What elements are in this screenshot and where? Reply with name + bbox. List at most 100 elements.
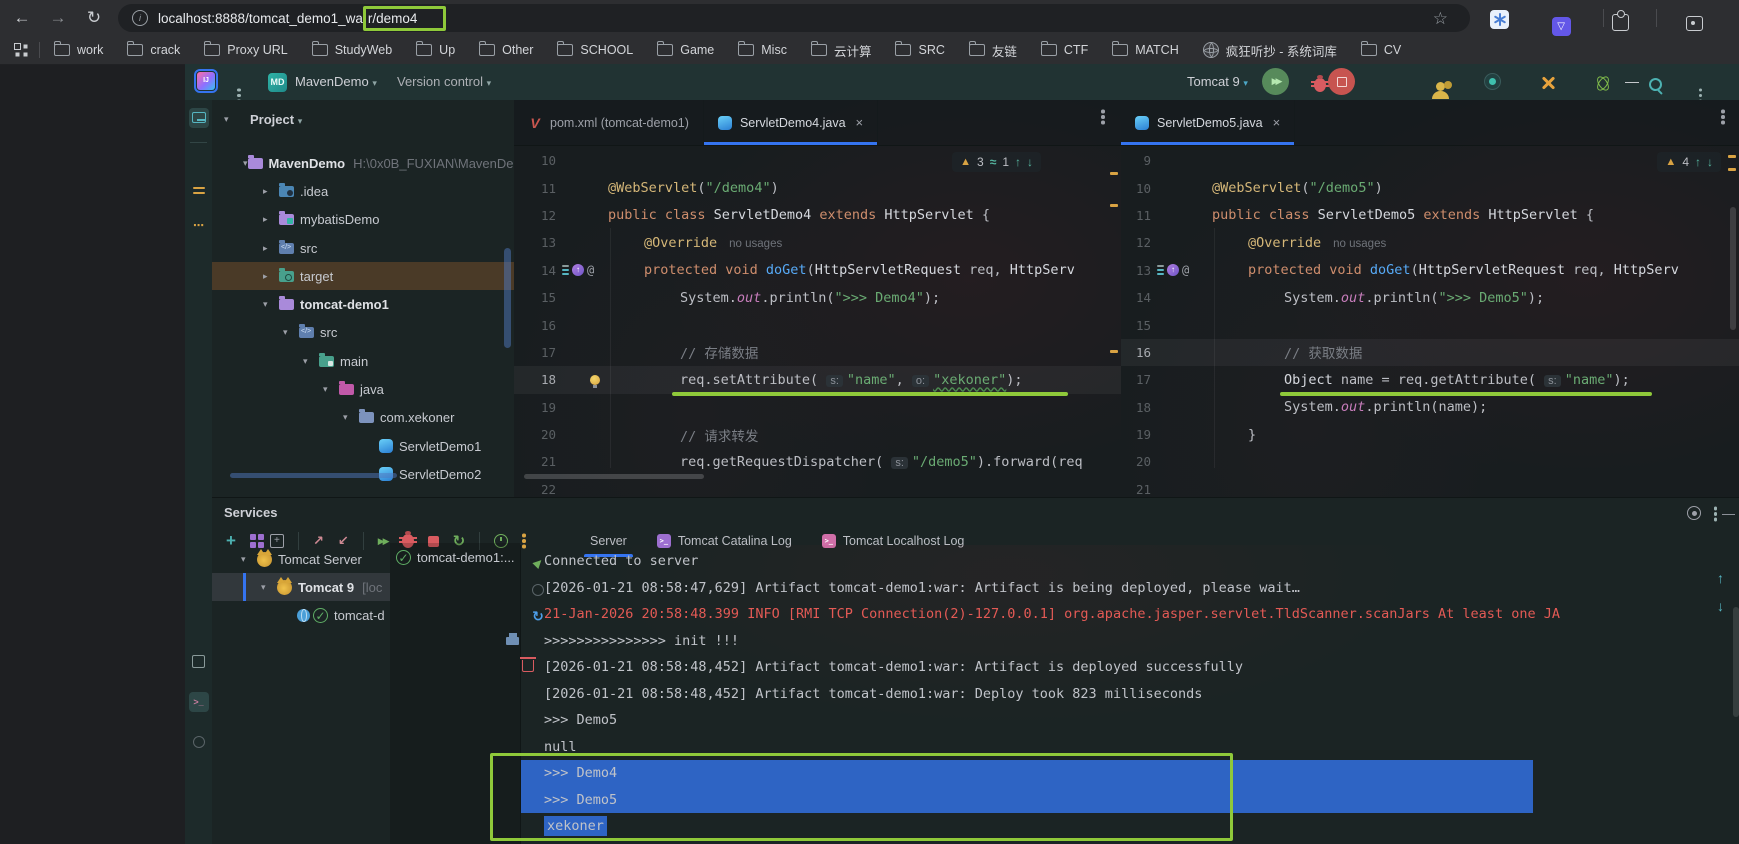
intellij-logo-icon[interactable]: IJ [194,69,218,93]
chevron-down-icon[interactable]: ▾ [243,158,248,169]
chevron-right-icon[interactable]: ▸ [263,243,279,254]
editor-vertical-scrollbar[interactable] [1730,207,1736,330]
tab-options-icon[interactable] [1101,115,1105,119]
site-info-icon[interactable]: i [132,10,148,26]
back-icon[interactable]: ← [10,6,34,30]
hide-panel-icon[interactable]: — [1722,506,1735,521]
scroll-down-icon[interactable]: ↓ [1717,598,1724,614]
chevron-down-icon[interactable]: ▾ [263,299,279,310]
tree-row-src[interactable]: ▸ src [212,234,514,262]
overrides-method-icon[interactable]: ↑ [1167,264,1179,277]
chevron-down-icon[interactable]: ▾ [261,582,277,593]
project-widget[interactable]: MavenDemo ▾ [295,74,377,89]
editor-horizontal-scrollbar[interactable] [524,474,704,479]
bookmark-item[interactable]: Up [416,41,455,57]
chevron-down-icon[interactable]: ▾ [283,327,299,338]
tree-row-mybatisdemo[interactable]: ▸ mybatisDemo [212,206,514,234]
editor-tab[interactable]: ServletDemo4.java × [703,100,879,145]
code-with-me-users-icon[interactable] [1431,81,1452,99]
bookmark-item[interactable]: CV [1360,41,1401,57]
print-icon[interactable] [506,633,519,645]
search-everywhere-icon[interactable] [1649,78,1663,91]
editor-tab[interactable]: ServletDemo5.java × [1121,100,1296,145]
bookmark-item[interactable]: CTF [1040,41,1088,57]
plugin-atom-icon[interactable] [1594,75,1610,91]
vcs-widget[interactable]: Version control ▾ [397,74,491,89]
services-tool-icon[interactable]: >_ [188,692,209,712]
project-vertical-scrollbar[interactable] [504,248,511,348]
deployed-artifact-status[interactable]: ✓ tomcat-demo1:... [396,550,520,565]
debug-button[interactable] [1311,75,1330,92]
tree-row-com.xekoner[interactable]: ▾ com.xekoner [212,404,514,432]
close-icon[interactable]: × [1273,115,1281,130]
screen-capture-icon[interactable] [1685,16,1703,31]
window-options-icon[interactable] [1698,93,1703,97]
tab-options-icon[interactable] [1721,115,1725,119]
bookmark-item[interactable]: StudyWeb [311,41,392,57]
editor-servletdemo5[interactable]: ServletDemo5.java × ▲ 4 ↑ ↓ 9 10 @WebServlet(… [1121,100,1739,497]
minimize-icon[interactable]: — [1625,73,1639,89]
services-title[interactable]: Services [224,505,278,520]
chevron-down-icon[interactable]: ▾ [323,384,339,395]
scroll-up-icon[interactable]: ↑ [1717,570,1724,586]
forward-icon[interactable]: → [46,6,70,30]
group-services-icon[interactable] [249,534,256,540]
chevron-right-icon[interactable]: ▸ [263,214,279,225]
extension-snowflake-icon[interactable] [1490,10,1509,29]
extension-purple-icon[interactable]: ▽ [1551,17,1571,36]
chevron-down-icon[interactable]: ▾ [343,412,359,423]
bookmark-item[interactable]: Misc [738,41,787,57]
status-dot-icon[interactable] [1484,73,1502,90]
extensions-puzzle-icon[interactable] [1612,10,1630,31]
tab-groups-grid-icon[interactable] [14,42,21,50]
panel-options-icon[interactable] [1713,512,1717,516]
tree-row-src[interactable]: ▾ src [212,319,514,347]
bookmark-item[interactable]: Game [657,41,714,57]
project-horizontal-scrollbar[interactable] [230,473,397,478]
chevron-right-icon[interactable]: ▸ [263,186,279,197]
tree-row-mavendemo[interactable]: ▾ MavenDemo H:\0x0B_FUXIAN\MavenDemo [212,149,514,177]
bookmark-item[interactable]: 疯狂听抄 - 系统词库 [1202,41,1337,60]
console-vertical-scrollbar[interactable] [1733,607,1739,717]
close-icon[interactable]: × [856,115,864,130]
build-tool-icon[interactable] [189,652,209,672]
project-panel-title[interactable]: Project ▾ [250,112,302,127]
editor-servletdemo4[interactable]: Vpom.xml (tomcat-demo1) ServletDemo4.java… [514,100,1122,497]
tree-row-java[interactable]: ▾ java [212,375,514,403]
main-menu-icon[interactable] [237,93,241,97]
clear-all-icon[interactable] [519,657,536,672]
overrides-method-icon[interactable]: ↑ [572,264,584,277]
problems-tool-icon[interactable] [189,732,209,752]
run-button[interactable]: ▶▶ [1262,68,1289,95]
tree-row-servletdemo1[interactable]: ServletDemo1 [212,432,514,460]
address-bar[interactable]: i localhost:8888/tomcat_demo1_wa r/demo4 … [118,4,1470,32]
run-config-selector[interactable]: Tomcat 9 ▾ [1187,74,1248,89]
tree-row-.idea[interactable]: ▸ .idea [212,177,514,205]
chevron-right-icon[interactable]: ▸ [263,271,279,282]
bookmark-item[interactable]: 云计算 [810,41,871,60]
bookmark-item[interactable]: work [54,41,103,57]
editor-tab[interactable]: Vpom.xml (tomcat-demo1) [514,100,704,145]
chevron-down-icon[interactable]: ▾ [303,356,319,367]
chevron-down-icon[interactable]: ▾ [241,554,257,565]
bookmark-star-icon[interactable]: ☆ [1433,9,1448,29]
bookmark-item[interactable]: crack [127,41,180,57]
bookmark-item[interactable]: 友链 [968,41,1017,60]
project-tool-icon[interactable] [188,108,209,128]
tree-row-main[interactable]: ▾ main [212,347,514,375]
tree-row-tomcat-d[interactable]: ✓ tomcat-d [212,601,520,629]
tree-row-tomcat-demo1[interactable]: ▾ tomcat-demo1 [212,290,514,318]
tree-row-tomcat-9[interactable]: ▾ Tomcat 9 [loc [212,573,520,601]
intention-bulb-icon[interactable] [590,374,600,388]
bookmark-item[interactable]: Other [479,41,533,57]
more-tools-icon[interactable]: ⋯ [189,216,209,236]
bookmark-item[interactable]: SCHOOL [557,41,633,57]
reload-icon[interactable]: ↻ [82,6,106,30]
commit-tool-icon[interactable] [189,176,209,196]
build-tools-icon[interactable] [1540,75,1556,91]
toolbar-more-icon[interactable] [522,539,526,543]
bookmark-item[interactable]: Proxy URL [204,41,288,57]
bookmark-item[interactable]: SRC [895,41,945,57]
bookmark-item[interactable]: MATCH [1112,41,1179,57]
filter-target-icon[interactable] [1687,506,1701,520]
